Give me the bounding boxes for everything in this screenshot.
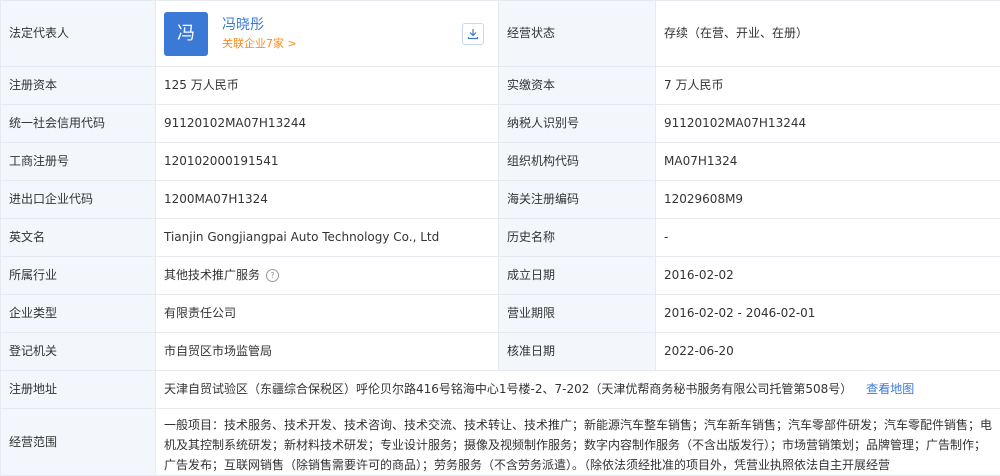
row-reg-no: 工商注册号 120102000191541 组织机构代码 MA07H1324 (1, 143, 1000, 181)
address-value: 天津自贸试验区（东疆综合保税区）呼伦贝尔路416号铭海中心1号楼-2、7-202… (164, 382, 852, 396)
approval-date-value: 2022-06-20 (656, 333, 1000, 371)
row-address: 注册地址 天津自贸试验区（东疆综合保税区）呼伦贝尔路416号铭海中心1号楼-2、… (1, 371, 1000, 409)
view-map-link[interactable]: 查看地图 (866, 382, 914, 396)
paid-capital-value: 7 万人民币 (656, 67, 1000, 105)
row-legal-rep: 法定代表人 冯 冯晓彤 关联企业7家 > 经营状态 存续（在营、开业、在册） (1, 1, 1000, 67)
founded-value: 2016-02-02 (656, 257, 1000, 295)
approval-date-label: 核准日期 (499, 333, 656, 371)
history-name-value: - (656, 219, 1000, 257)
english-name-value: Tianjin Gongjiangpai Auto Technology Co.… (156, 219, 499, 257)
authority-value: 市自贸区市场监管局 (156, 333, 499, 371)
row-capital: 注册资本 125 万人民币 实缴资本 7 万人民币 (1, 67, 1000, 105)
reg-no-label: 工商注册号 (1, 143, 156, 181)
business-info-table: 法定代表人 冯 冯晓彤 关联企业7家 > 经营状态 存续（在营、开业、在册） 注… (0, 0, 1000, 476)
business-term-label: 营业期限 (499, 295, 656, 333)
row-industry: 所属行业 其他技术推广服务? 成立日期 2016-02-02 (1, 257, 1000, 295)
taxpayer-id-value: 91120102MA07H13244 (656, 105, 1000, 143)
scope-label: 经营范围 (1, 409, 156, 476)
industry-value: 其他技术推广服务 (164, 268, 260, 282)
english-name-label: 英文名 (1, 219, 156, 257)
row-import-export: 进出口企业代码 1200MA07H1324 海关注册编码 12029608M9 (1, 181, 1000, 219)
founded-label: 成立日期 (499, 257, 656, 295)
business-term-value: 2016-02-02 - 2046-02-01 (656, 295, 1000, 333)
legal-rep-cell: 冯 冯晓彤 关联企业7家 > (156, 1, 499, 67)
customs-code-value: 12029608M9 (656, 181, 1000, 219)
customs-code-label: 海关注册编码 (499, 181, 656, 219)
legal-rep-info: 冯晓彤 关联企业7家 > (222, 17, 297, 50)
legal-rep-label: 法定代表人 (1, 1, 156, 67)
row-english-name: 英文名 Tianjin Gongjiangpai Auto Technology… (1, 219, 1000, 257)
address-label: 注册地址 (1, 371, 156, 409)
credit-code-label: 统一社会信用代码 (1, 105, 156, 143)
authority-label: 登记机关 (1, 333, 156, 371)
org-code-value: MA07H1324 (656, 143, 1000, 181)
industry-cell: 其他技术推广服务? (156, 257, 499, 295)
org-code-label: 组织机构代码 (499, 143, 656, 181)
avatar[interactable]: 冯 (164, 12, 208, 56)
status-value: 存续（在营、开业、在册） (656, 1, 1000, 67)
download-icon[interactable] (462, 23, 484, 45)
company-type-label: 企业类型 (1, 295, 156, 333)
row-authority: 登记机关 市自贸区市场监管局 核准日期 2022-06-20 (1, 333, 1000, 371)
reg-no-value: 120102000191541 (156, 143, 499, 181)
status-label: 经营状态 (499, 1, 656, 67)
address-cell: 天津自贸试验区（东疆综合保税区）呼伦贝尔路416号铭海中心1号楼-2、7-202… (156, 371, 1000, 409)
industry-label: 所属行业 (1, 257, 156, 295)
related-companies-link[interactable]: 关联企业7家 > (222, 37, 297, 50)
company-type-value: 有限责任公司 (156, 295, 499, 333)
reg-capital-value: 125 万人民币 (156, 67, 499, 105)
import-export-value: 1200MA07H1324 (156, 181, 499, 219)
legal-rep-name-link[interactable]: 冯晓彤 (222, 17, 297, 34)
row-company-type: 企业类型 有限责任公司 营业期限 2016-02-02 - 2046-02-01 (1, 295, 1000, 333)
scope-value: 一般项目：技术服务、技术开发、技术咨询、技术交流、技术转让、技术推广；新能源汽车… (156, 409, 1000, 476)
reg-capital-label: 注册资本 (1, 67, 156, 105)
paid-capital-label: 实缴资本 (499, 67, 656, 105)
history-name-label: 历史名称 (499, 219, 656, 257)
row-credit: 统一社会信用代码 91120102MA07H13244 纳税人识别号 91120… (1, 105, 1000, 143)
row-scope: 经营范围 一般项目：技术服务、技术开发、技术咨询、技术交流、技术转让、技术推广；… (1, 409, 1000, 476)
credit-code-value: 91120102MA07H13244 (156, 105, 499, 143)
help-icon[interactable]: ? (266, 269, 279, 282)
import-export-label: 进出口企业代码 (1, 181, 156, 219)
taxpayer-id-label: 纳税人识别号 (499, 105, 656, 143)
